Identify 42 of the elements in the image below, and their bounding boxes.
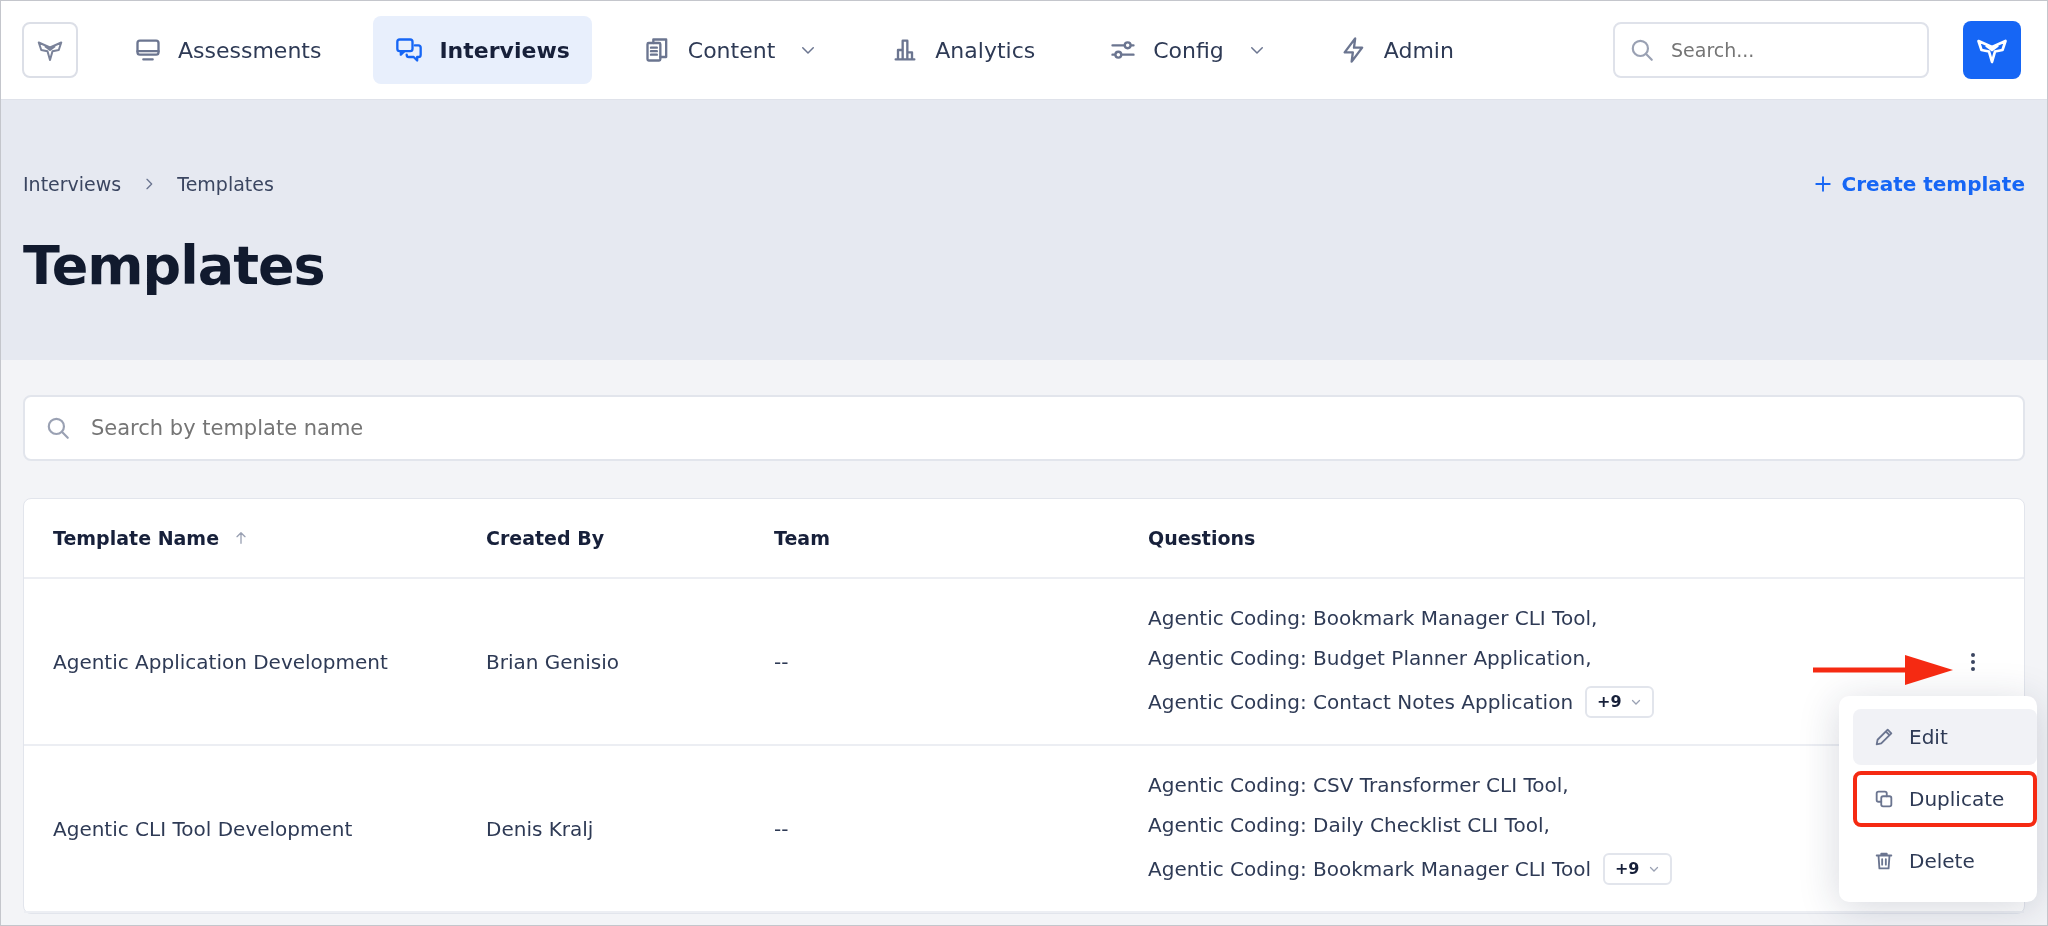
pencil-icon (1873, 726, 1895, 748)
question-text: Agentic Coding: Bookmark Manager CLI Tool (1148, 856, 1591, 881)
menu-item[interactable]: Delete (1853, 833, 2037, 889)
search-field[interactable]: Search by template name (23, 395, 2025, 461)
nav-tab[interactable]: Interviews (373, 16, 592, 84)
logo-button[interactable] (22, 22, 78, 78)
column-header[interactable]: Created By (486, 527, 605, 549)
nav-tab[interactable]: Admin (1317, 16, 1476, 84)
avatar-button[interactable] (1963, 21, 2021, 79)
menu-item[interactable]: Edit (1853, 709, 2037, 765)
nav-tab[interactable]: Assessments (112, 16, 344, 84)
nav-tab[interactable]: Analytics (869, 16, 1058, 84)
nav-tab[interactable]: Config (1087, 16, 1288, 84)
search-icon (1629, 37, 1655, 63)
search-field[interactable]: Search... (1613, 22, 1929, 78)
column-header[interactable]: Template Name (53, 527, 220, 549)
search-icon (45, 415, 71, 441)
kebab-icon (1971, 652, 1975, 671)
question-text: Agentic Coding: CSV Transformer CLI Tool, (1148, 772, 1569, 797)
table-cell-text: Brian Genisio (486, 649, 621, 674)
trash-icon (1873, 850, 1895, 872)
table-cell-text: Denis Kralj (486, 816, 595, 841)
nav-tab[interactable]: Content (621, 16, 840, 84)
more-questions-button[interactable]: +9 (1585, 685, 1654, 718)
menu-item[interactable]: Duplicate (1853, 771, 2037, 827)
table-cell-text: -- (774, 816, 790, 841)
table-cell-text: -- (774, 649, 790, 674)
plus-icon (1813, 175, 1832, 193)
question-text: Agentic Coding: Budget Planner Application, (1148, 645, 1592, 670)
column-header[interactable]: Questions (1148, 527, 1256, 549)
table-cell-text: Agentic Application Development (52, 649, 389, 674)
create-template-button[interactable]: Create template (1813, 172, 2025, 196)
more-questions-button[interactable]: +9 (1602, 852, 1672, 885)
chat-icon (395, 36, 424, 64)
question-text: Agentic Coding: Contact Notes Application (1148, 689, 1574, 714)
page-title: Templates (23, 234, 326, 297)
copy-icon (1873, 788, 1895, 810)
breadcrumb-link[interactable]: Interviews (23, 173, 122, 195)
column-header[interactable]: Team (774, 527, 830, 549)
question-text: Agentic Coding: Bookmark Manager CLI Tool, (1148, 605, 1598, 630)
question-text: Agentic Coding: Daily Checklist CLI Tool, (1148, 812, 1550, 837)
table-cell-text: Agentic CLI Tool Development (52, 816, 354, 841)
